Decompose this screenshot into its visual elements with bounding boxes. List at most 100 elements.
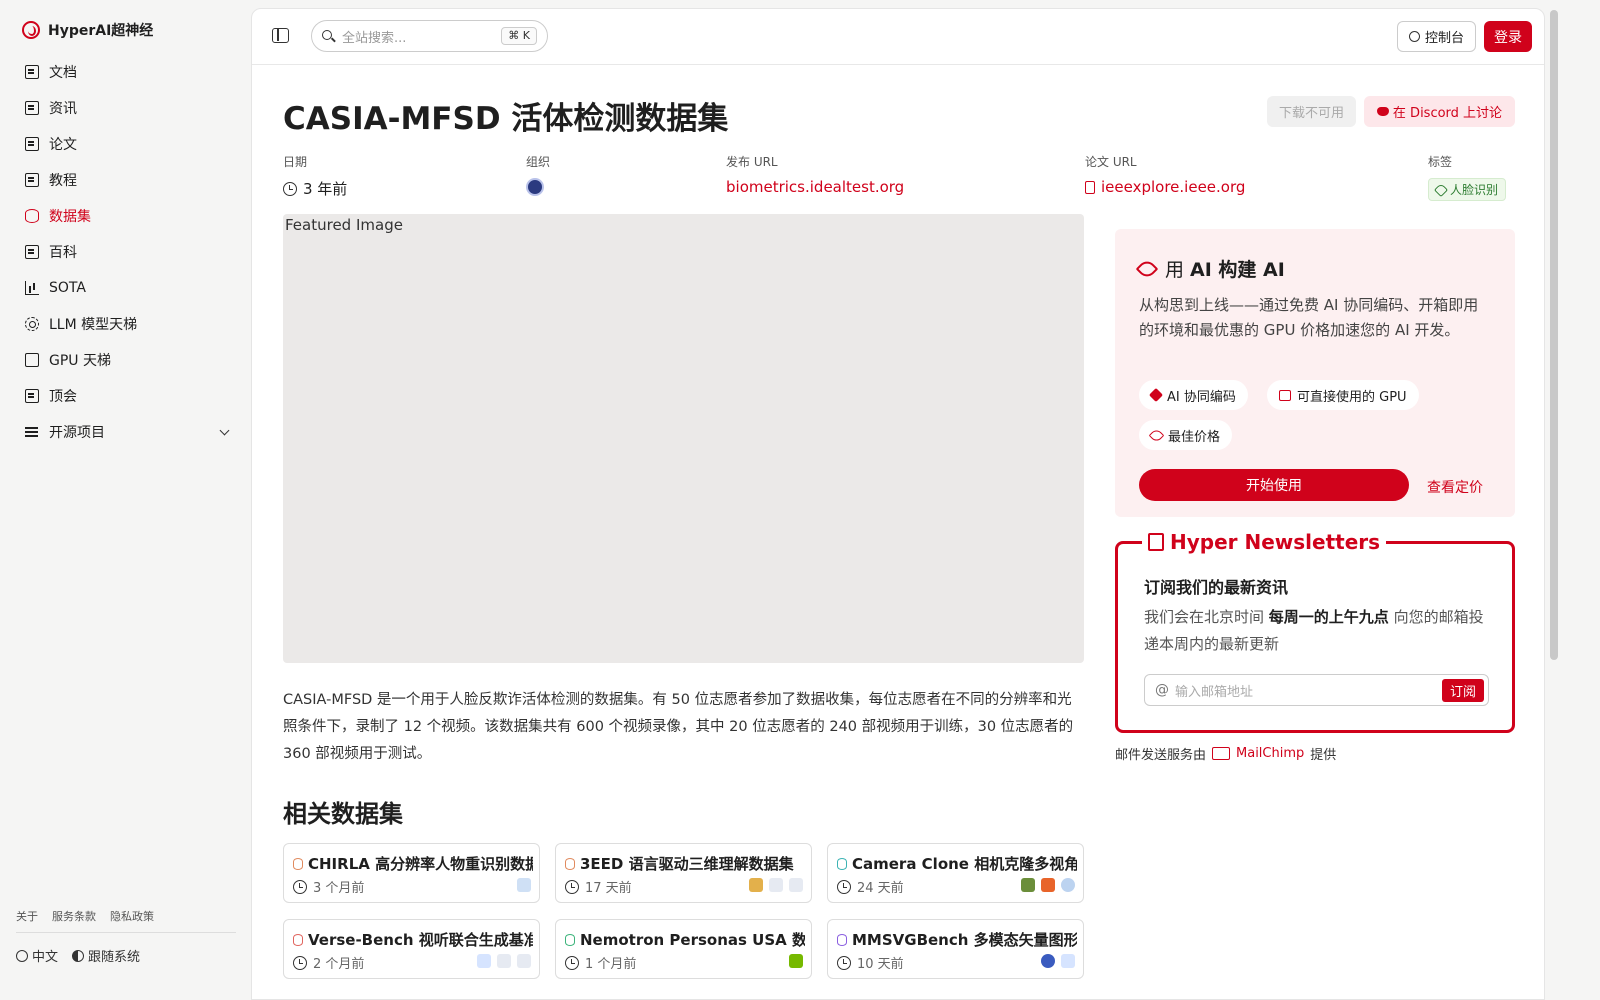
promo-card: 用 AI 构建 AI 从构思到上线——通过免费 AI 协同编码、开箱即用的环境和… [1115, 229, 1515, 517]
discord-icon [1376, 107, 1389, 116]
clock-icon [293, 955, 307, 970]
paper-icon [1085, 180, 1095, 194]
date-value: 3 年前 [283, 178, 347, 199]
sidebar-item-wiki[interactable]: 百科 [16, 234, 242, 270]
chip-label: AI 协同编码 [1167, 389, 1236, 405]
book-icon [25, 173, 39, 187]
email-placeholder: 输入邮箱地址 [1175, 684, 1254, 700]
search-placeholder: 全站搜索... [342, 30, 407, 46]
related-card[interactable]: MMSVGBench 多模态矢量图形基准 10 天前 [827, 919, 1084, 979]
sidebar-item-tutorials[interactable]: 教程 [16, 162, 242, 198]
related-card[interactable]: 3EED 语言驱动三维理解数据集 17 天前 [555, 843, 812, 903]
database-icon [293, 933, 303, 946]
subscribe-button[interactable]: 订阅 [1441, 679, 1484, 702]
sidebar-item-conferences[interactable]: 顶会 [16, 378, 242, 414]
language-switcher[interactable]: 中文 [16, 946, 58, 965]
card-date: 3 个月前 [313, 881, 365, 896]
release-url-link[interactable]: biometrics.idealtest.org [726, 178, 904, 196]
tag-label: 人脸识别 [1450, 183, 1499, 197]
page-scrollbar[interactable] [1548, 8, 1560, 1000]
terms-link[interactable]: 服务条款 [52, 908, 96, 924]
sidebar-item-label: SOTA [49, 280, 86, 296]
sidebar-item-sota[interactable]: SOTA [16, 270, 242, 306]
sidebar-item-open-source[interactable]: 开源项目 [16, 414, 242, 450]
discord-button[interactable]: 在 Discord 上讨论 [1364, 96, 1515, 127]
email-field[interactable]: @ 输入邮箱地址 订阅 [1144, 674, 1489, 706]
server-icon [1279, 389, 1291, 401]
brand-logo[interactable]: HyperAI超神经 [22, 20, 153, 40]
clock-icon [837, 879, 851, 894]
newsletter-legend: Hyper Newsletters [1142, 530, 1387, 554]
database-icon [25, 209, 39, 223]
sparkle-icon [1148, 387, 1164, 403]
footer-settings: 中文 跟随系统 [16, 946, 140, 965]
sidebar-item-label: LLM 模型天梯 [49, 317, 138, 333]
sidebar-item-label: 资讯 [49, 101, 77, 117]
list-icon [25, 425, 39, 439]
database-icon [837, 857, 847, 870]
sidebar-item-docs[interactable]: 文档 [16, 54, 242, 90]
login-button[interactable]: 登录 [1484, 21, 1532, 52]
newsletter-box: Hyper Newsletters 订阅我们的最新资讯 我们会在北京时间 每周一… [1115, 530, 1515, 733]
org-value [526, 178, 550, 196]
scrollbar-thumb[interactable] [1550, 10, 1558, 660]
sidebar-item-llm-ladder[interactable]: LLM 模型天梯 [16, 306, 242, 342]
paper-url-link[interactable]: ieeexplore.ieee.org [1085, 178, 1245, 196]
clock-icon [283, 181, 297, 196]
newspaper-icon [25, 101, 39, 115]
clock-icon [565, 955, 579, 970]
privacy-link[interactable]: 隐私政策 [110, 908, 154, 924]
related-card[interactable]: Nemotron Personas USA 数据集 1 个月前 [555, 919, 812, 979]
release-url-label: 发布 URL [726, 155, 778, 169]
clock-icon [293, 879, 307, 894]
start-button[interactable]: 开始使用 [1139, 469, 1409, 501]
page-title: CASIA-MFSD 活体检测数据集 [283, 101, 729, 137]
meta-paper-url: 论文 URL ieeexplore.ieee.org [1085, 153, 1245, 196]
theme-switcher[interactable]: 跟随系统 [72, 946, 140, 965]
sidebar-item-gpu-ladder[interactable]: GPU 天梯 [16, 342, 242, 378]
rocket-icon [1148, 427, 1165, 443]
card-title: MMSVGBench 多模态矢量图形基准 [852, 931, 1077, 949]
org-logo-icon [517, 954, 531, 968]
sidebar-item-label: 论文 [49, 137, 77, 153]
pricing-link[interactable]: 查看定价 [1427, 477, 1483, 497]
sidebar-toggle-icon[interactable] [272, 28, 289, 43]
about-link[interactable]: 关于 [16, 908, 38, 924]
download-button[interactable]: 下载不可用 [1267, 96, 1356, 127]
card-title: 3EED 语言驱动三维理解数据集 [580, 855, 794, 873]
mailchimp-link[interactable]: MailChimp [1236, 746, 1304, 761]
sidebar-item-datasets[interactable]: 数据集 [16, 198, 242, 234]
sidebar-item-label: 数据集 [49, 209, 91, 225]
sidebar: HyperAI超神经 文档 资讯 论文 教程 数据集 百科 SOTA LLM 模… [0, 0, 255, 1000]
chip-ready-gpu: 可直接使用的 GPU [1267, 380, 1419, 410]
org-logo-icon [477, 954, 491, 968]
clock-icon [837, 955, 851, 970]
sidebar-item-label: 百科 [49, 245, 77, 261]
paper-url-label: 论文 URL [1085, 155, 1137, 169]
card-title: CHIRLA 高分辨率人物重识别数据集 [308, 855, 533, 873]
globe-icon [16, 950, 28, 962]
meta-release-url: 发布 URL biometrics.idealtest.org [726, 153, 904, 196]
main-panel: 全站搜索... ⌘ K 控制台 登录 CASIA-MFSD 活体检测数据集 下载… [251, 8, 1545, 1000]
at-icon: @ [1155, 682, 1169, 698]
related-card[interactable]: CHIRLA 高分辨率人物重识别数据集 3 个月前 [283, 843, 540, 903]
footer-divider [16, 932, 236, 933]
sidebar-item-papers[interactable]: 论文 [16, 126, 242, 162]
search-input[interactable]: 全站搜索... ⌘ K [311, 20, 548, 52]
card-date: 2 个月前 [313, 957, 365, 972]
hyperai-logo-icon [22, 21, 40, 39]
tag-face-recognition[interactable]: 人脸识别 [1428, 178, 1507, 201]
card-date: 24 天前 [857, 881, 904, 896]
sidebar-nav: 文档 资讯 论文 教程 数据集 百科 SOTA LLM 模型天梯 GPU 天梯 … [16, 54, 242, 450]
sidebar-item-news[interactable]: 资讯 [16, 90, 242, 126]
chevron-down-icon[interactable] [219, 425, 230, 436]
related-card[interactable]: Verse-Bench 视听联合生成基准 2 个月前 [283, 919, 540, 979]
organization-logo-icon[interactable] [526, 178, 544, 196]
related-card[interactable]: Camera Clone 相机克隆多视角数据集 24 天前 [827, 843, 1084, 903]
console-button[interactable]: 控制台 [1397, 21, 1476, 52]
org-logo-icon [1021, 878, 1035, 892]
sidebar-item-label: GPU 天梯 [49, 353, 111, 369]
card-title: Nemotron Personas USA 数据集 [580, 931, 805, 949]
database-icon [293, 857, 303, 870]
card-title: Verse-Bench 视听联合生成基准 [308, 931, 533, 949]
